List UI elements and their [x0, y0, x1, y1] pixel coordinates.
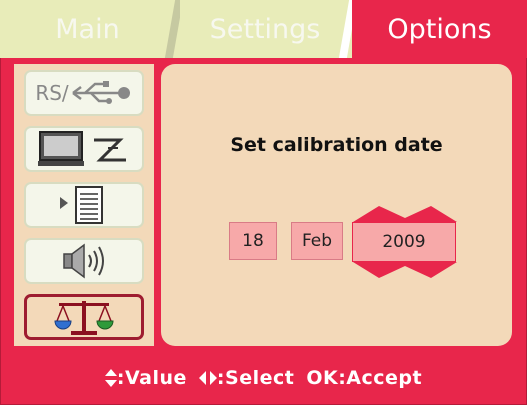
tab-settings-label: Settings [209, 13, 321, 45]
speaker-icon [63, 243, 104, 279]
sidebar-item-sound[interactable] [24, 238, 144, 284]
sidebar-item-list[interactable] [24, 182, 144, 228]
month-value: Feb [301, 231, 333, 251]
day-field[interactable]: 18 [229, 222, 277, 260]
sidebar-item-display[interactable] [24, 126, 144, 172]
tab-options[interactable]: Options [352, 0, 527, 58]
tab-main[interactable]: Main [0, 0, 175, 58]
page-title: Set calibration date [230, 134, 443, 156]
day-value: 18 [242, 231, 264, 251]
tab-settings[interactable]: Settings [180, 0, 350, 58]
spinner-up-arrow [353, 206, 457, 222]
year-spinner[interactable]: 2009 [352, 206, 457, 278]
accept-hint: OK:Accept [306, 366, 423, 389]
tab-options-label: Options [387, 13, 492, 45]
icon-sidebar: RS/ [14, 64, 154, 346]
year-field[interactable]: 2009 [352, 222, 456, 262]
calibration-date-panel: Set calibration date 18 Feb 2009 [161, 64, 512, 346]
usb-icon [71, 81, 130, 104]
select-hint: :Select [198, 366, 295, 389]
rs-label: RS/ [35, 81, 69, 105]
key-hint-bar: :Value :Select OK:Accept [0, 350, 527, 405]
monitor-z-icon [38, 131, 126, 166]
up-down-arrow-icon [104, 369, 117, 387]
tab-main-label: Main [55, 13, 120, 45]
select-hint-label: :Select [216, 366, 295, 389]
spinner-down-arrow [353, 262, 457, 278]
value-hint: :Value [104, 366, 187, 389]
month-field[interactable]: Feb [291, 222, 343, 260]
year-value: 2009 [382, 232, 426, 252]
balance-scale-icon [54, 301, 114, 335]
left-right-arrow-icon [198, 371, 217, 385]
sidebar-item-rs-usb[interactable]: RS/ [24, 70, 144, 116]
value-hint-label: :Value [116, 366, 187, 389]
list-icon [60, 186, 103, 224]
sidebar-item-calibration[interactable] [24, 294, 144, 340]
